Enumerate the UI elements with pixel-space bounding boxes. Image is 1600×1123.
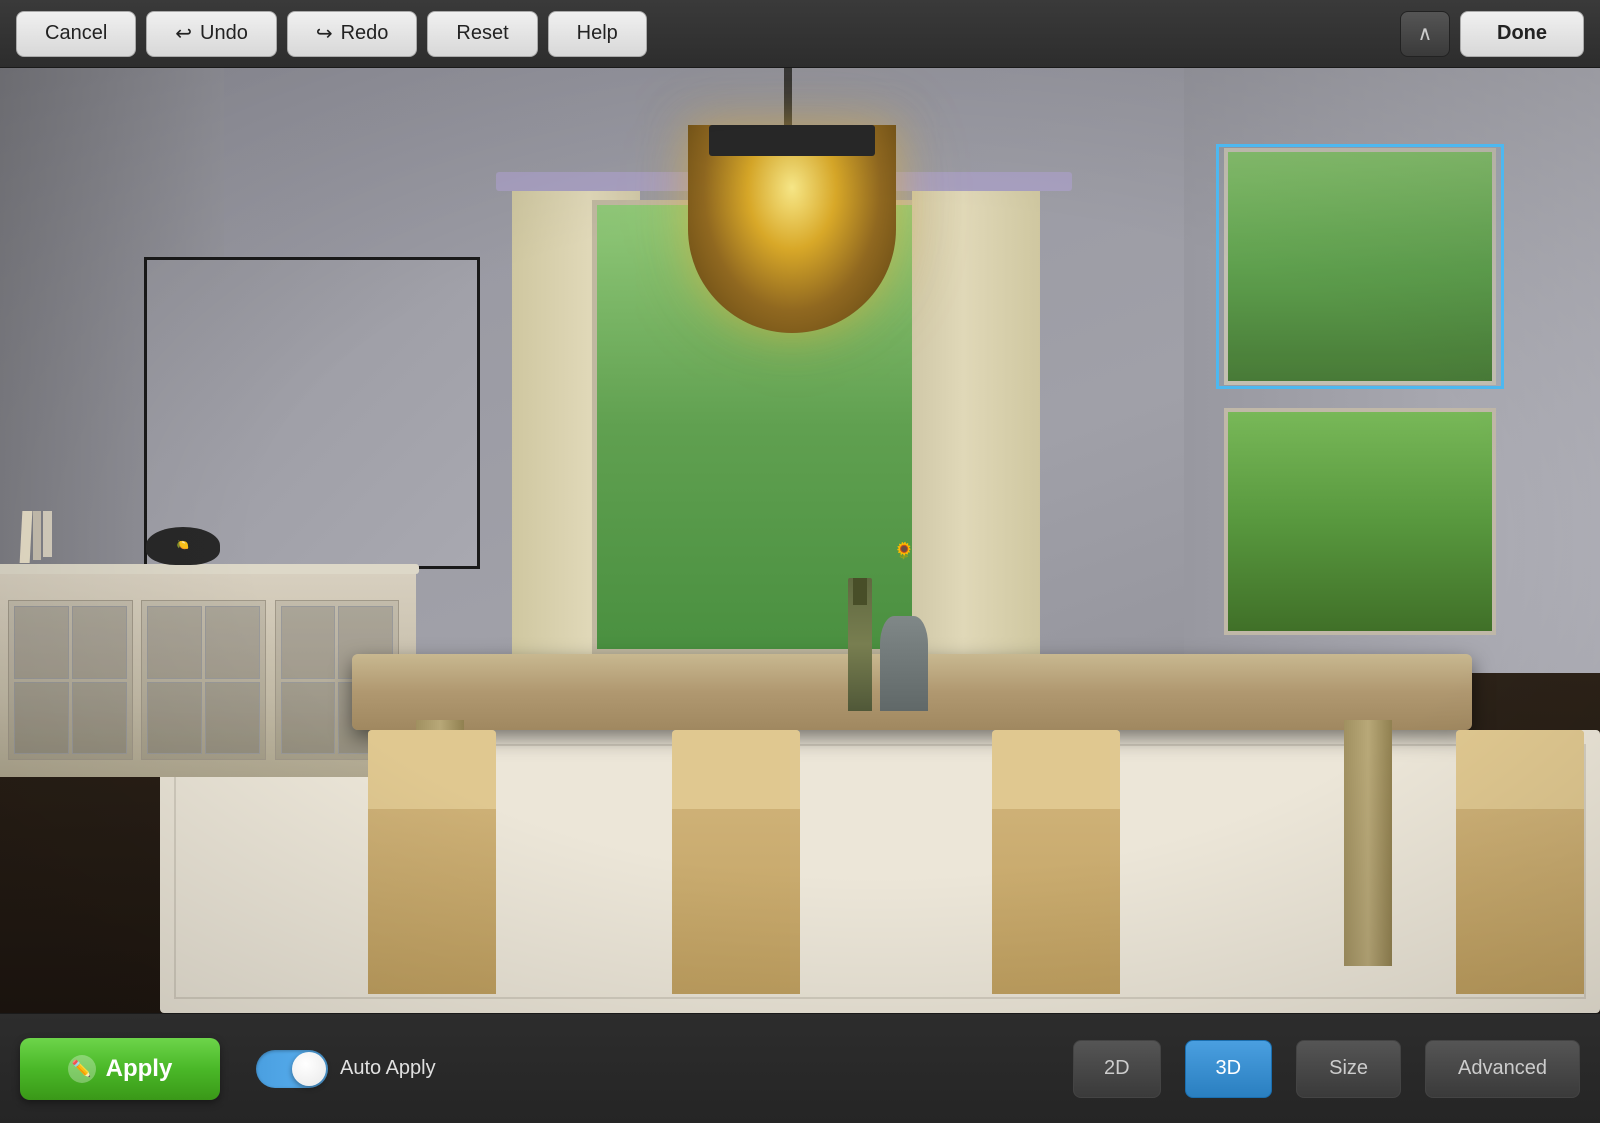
bowl: 🍋 [146,527,221,564]
top-toolbar: Cancel ↩ Undo ↪ Redo Reset Help ∧ Done [0,0,1600,68]
auto-apply-toggle[interactable] [256,1050,328,1088]
apply-label: Apply [106,1055,173,1083]
undo-icon: ↩ [175,21,192,46]
help-button[interactable]: Help [548,11,647,57]
paint-brush-icon: ✏️ [68,1055,96,1083]
reset-button[interactable]: Reset [427,11,537,57]
chair-far-right [1456,730,1584,995]
scene-viewport[interactable]: 🍋 🌻 [0,68,1600,1013]
view-3d-label: 3D [1216,1057,1242,1079]
flower-vase: 🌻 [880,616,928,711]
cancel-button[interactable]: Cancel [16,11,136,57]
advanced-label: Advanced [1458,1057,1547,1079]
room-background: 🍋 🌻 [0,68,1600,1013]
bottom-toolbar: ✏️ Apply Auto Apply 2D 3D Size Advanced [0,1013,1600,1123]
chair-front-right [992,730,1120,995]
cancel-label: Cancel [45,22,107,45]
view-2d-label: 2D [1104,1057,1130,1079]
toggle-knob [292,1052,326,1086]
art-frame [144,257,480,569]
redo-button[interactable]: ↪ Redo [287,11,418,57]
chandelier-body [688,125,896,333]
apply-button[interactable]: ✏️ Apply [20,1038,220,1100]
done-label: Done [1497,22,1547,44]
reset-label: Reset [456,22,508,45]
advanced-button[interactable]: Advanced [1425,1040,1580,1098]
help-label: Help [577,22,618,45]
chair-front-left [368,730,496,995]
redo-icon: ↪ [316,21,333,46]
undo-label: Undo [200,22,248,45]
undo-button[interactable]: ↩ Undo [146,11,277,57]
auto-apply-label: Auto Apply [340,1057,436,1080]
redo-label: Redo [341,22,389,45]
size-button[interactable]: Size [1296,1040,1401,1098]
right-window-top-selected[interactable] [1216,144,1504,390]
view-3d-button[interactable]: 3D [1185,1040,1273,1098]
view-2d-button[interactable]: 2D [1073,1040,1161,1098]
auto-apply-group: Auto Apply [256,1050,436,1088]
chair-front-center [672,730,800,995]
right-window-bottom [1224,408,1496,635]
collapse-button[interactable]: ∧ [1400,11,1450,57]
size-label: Size [1329,1057,1368,1079]
table-leg-right [1344,720,1392,966]
done-button[interactable]: Done [1460,11,1584,57]
chevron-up-icon: ∧ [1418,24,1433,44]
